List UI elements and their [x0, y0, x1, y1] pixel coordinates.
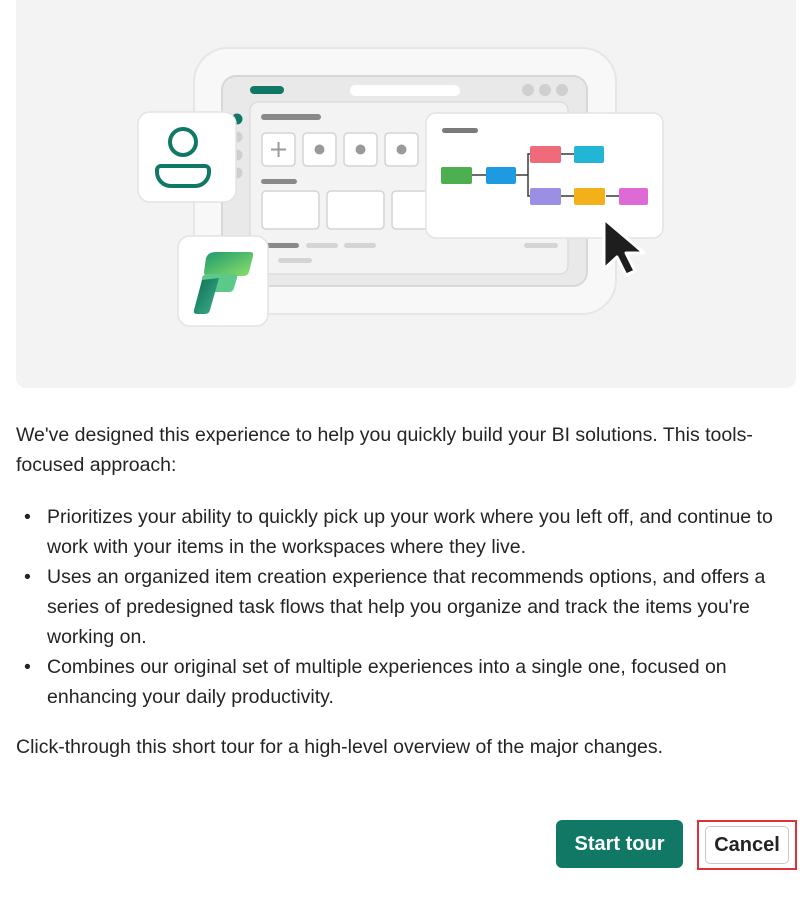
list-item: Combines our original set of multiple ex… — [16, 652, 801, 712]
feature-list: Prioritizes your ability to quickly pick… — [16, 502, 801, 712]
tour-dialog: + We've designed this experience to help… — [0, 0, 807, 901]
list-item: Uses an organized item creation experien… — [16, 562, 801, 652]
hero-illustration: + — [16, 0, 796, 388]
person-icon — [137, 111, 237, 203]
outro-text: Click-through this short tour for a high… — [16, 736, 664, 758]
svg-text:+: + — [268, 135, 288, 163]
task-flow-diagram — [425, 112, 664, 239]
list-item: Prioritizes your ability to quickly pick… — [16, 502, 801, 562]
fabric-logo-icon — [177, 235, 269, 327]
cancel-button-label: Cancel — [705, 826, 789, 864]
cancel-button[interactable]: Cancel — [697, 820, 797, 870]
intro-text: We've designed this experience to help y… — [16, 424, 753, 476]
tour-description: We've designed this experience to help y… — [16, 420, 801, 762]
start-tour-button[interactable]: Start tour — [556, 820, 683, 868]
